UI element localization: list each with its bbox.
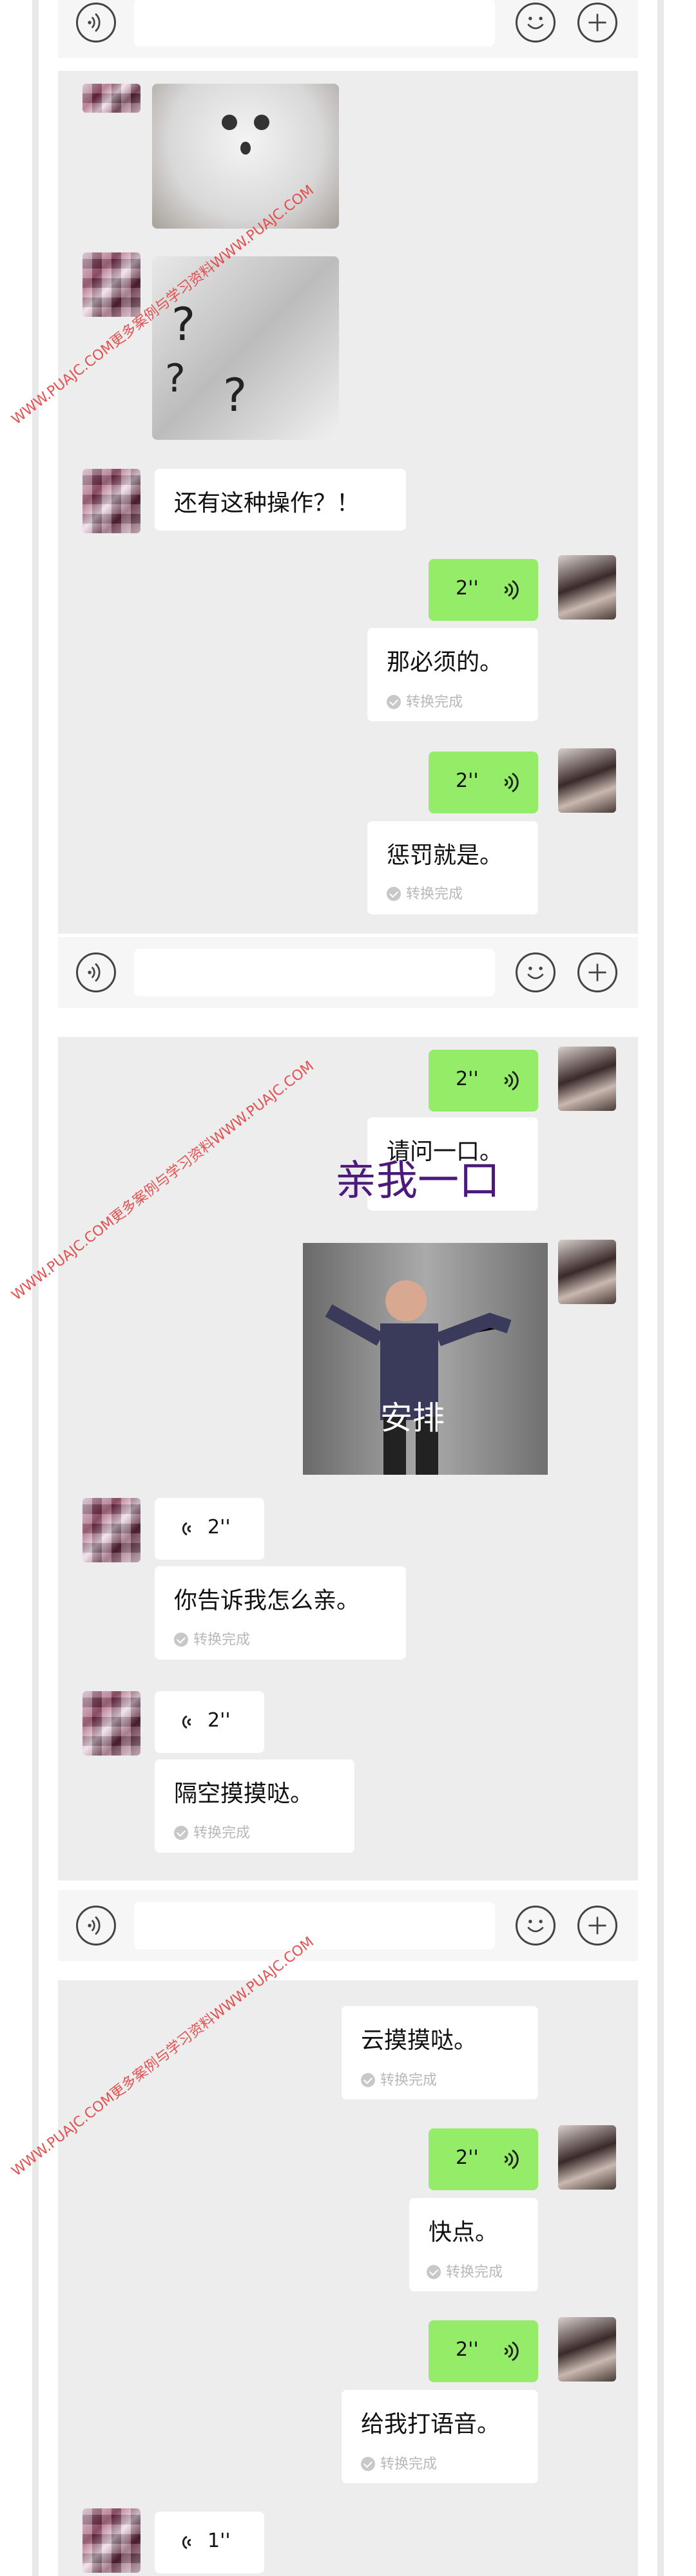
avatar [82,1498,140,1562]
plus-icon[interactable] [577,3,617,43]
avatar [82,1691,140,1756]
check-icon [361,2073,375,2087]
voice-icon[interactable] [76,1906,116,1946]
emoji-icon[interactable] [516,1906,556,1946]
voice-wave-icon [504,2341,519,2362]
image-caption: 安排 [380,1399,445,1437]
cat-image-1[interactable] [152,84,339,229]
transcription-text: 云摸摸哒。 [361,2027,478,2054]
voice-wave-icon [504,580,519,600]
avatar [82,252,140,317]
voice-duration: 2'' [456,2338,479,2361]
voice-icon[interactable] [76,3,116,43]
avatar [558,2317,616,2382]
voice-duration: 2'' [456,770,479,792]
voice-wave-icon [504,1070,519,1091]
plus-icon[interactable] [577,952,617,992]
voice-message[interactable]: 2'' [429,559,538,621]
avatar [82,469,140,533]
conversion-status: 转换完成 [361,2069,437,2089]
voice-message[interactable]: 1'' [155,2512,264,2573]
transcription-text: 那必须的。 [387,649,503,676]
voice-duration: 2'' [208,1709,231,1732]
voice-duration: 2'' [456,2146,479,2169]
voice-duration: 2'' [208,1516,231,1539]
input-bar [58,937,638,1008]
voice-message[interactable]: 2'' [429,752,538,813]
voice-icon[interactable] [76,952,116,992]
avatar [82,2508,140,2573]
conversion-status: 转换完成 [387,882,463,903]
message-input[interactable] [134,949,495,996]
message-input[interactable] [134,0,495,46]
check-icon [387,695,401,709]
conversion-status: 转换完成 [174,1628,250,1649]
input-bar-top [58,0,638,58]
emoji-icon[interactable] [516,3,556,43]
svg-text:?: ? [165,356,186,401]
check-icon [174,1633,188,1647]
check-icon [361,2457,375,2471]
avatar [558,1240,616,1304]
voice-message[interactable]: 2'' [429,1050,538,1112]
meme-image[interactable]: 安排 [303,1243,548,1475]
voice-duration: 2'' [456,1068,479,1090]
transcription-text: 快点。 [429,2219,499,2246]
voice-message[interactable]: 2'' [429,2320,538,2382]
voice-wave-icon [182,1522,191,1536]
check-icon [427,2265,441,2279]
avatar [558,1046,616,1111]
transcription-text: 你告诉我怎么亲。 [174,1587,360,1614]
voice-duration: 2'' [456,577,479,600]
conversion-status: 转换完成 [361,2452,437,2473]
voice-message[interactable]: 2'' [155,1498,264,1560]
conversion-status: 转换完成 [427,2260,503,2281]
message-input[interactable] [134,1902,495,1949]
check-icon [387,887,401,901]
avatar [558,748,616,813]
transcription-text: 惩罚就是。 [387,842,503,869]
voice-wave-icon [504,772,519,793]
message-text: 还有这种操作？！ [174,490,360,516]
conversion-status: 转换完成 [387,690,463,711]
voice-message[interactable]: 2'' [429,2128,538,2190]
avatar [558,555,616,620]
avatar [82,84,140,113]
voice-wave-icon [182,2535,191,2550]
voice-duration: 1'' [208,2530,231,2552]
transcription-text: 给我打语音。 [361,2411,501,2438]
plus-icon[interactable] [577,1906,617,1946]
voice-wave-icon [504,2149,519,2170]
input-bar [58,1890,638,1961]
avatar [558,2125,616,2190]
voice-wave-icon [182,1715,191,1729]
check-icon [174,1826,188,1840]
voice-message[interactable]: 2'' [155,1691,264,1753]
overlay-caption: 亲我一口 [335,1157,500,1205]
transcription-text: 隔空摸摸哒。 [174,1781,314,1807]
emoji-icon[interactable] [516,952,556,992]
svg-text:?: ? [223,369,247,422]
message-bubble: 还有这种操作？！ [155,469,406,531]
conversion-status: 转换完成 [174,1821,250,1842]
